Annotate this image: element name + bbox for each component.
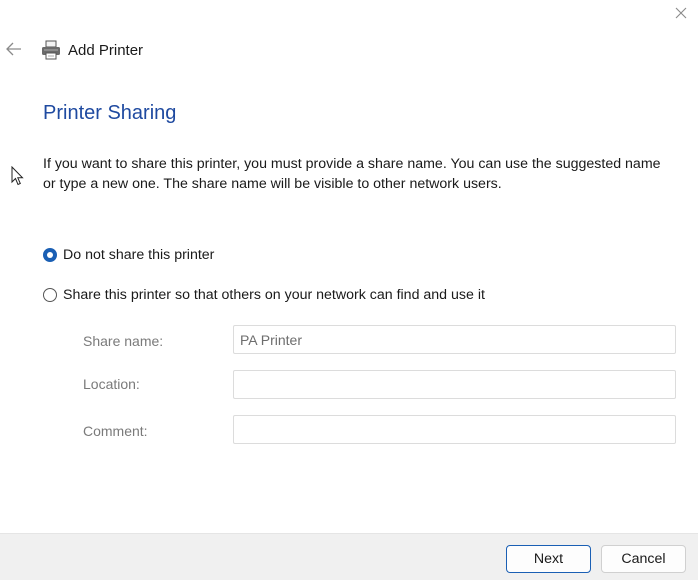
location-label: Location: xyxy=(83,376,140,392)
next-button[interactable]: Next xyxy=(506,545,591,573)
back-button[interactable] xyxy=(3,39,25,59)
do-not-share-option[interactable]: Do not share this printer xyxy=(43,245,214,265)
back-arrow-icon xyxy=(6,42,21,56)
close-button[interactable] xyxy=(670,2,692,24)
close-icon xyxy=(675,7,687,19)
location-input[interactable] xyxy=(233,370,676,399)
share-name-label: Share name: xyxy=(83,333,164,349)
comment-label: Comment: xyxy=(83,423,148,439)
window-title: Add Printer xyxy=(68,41,144,59)
mouse-cursor-icon xyxy=(11,166,24,186)
share-printer-option[interactable]: Share this printer so that others on you… xyxy=(43,285,485,305)
share-printer-label: Share this printer so that others on you… xyxy=(63,287,485,303)
comment-input[interactable] xyxy=(233,415,676,444)
printer-icon xyxy=(42,40,60,60)
page-heading: Printer Sharing xyxy=(43,102,177,124)
share-printer-radio[interactable] xyxy=(43,288,57,302)
wizard-footer: Next Cancel xyxy=(0,533,698,580)
wizard-title: Add Printer xyxy=(40,38,143,62)
share-name-input[interactable] xyxy=(233,325,676,354)
do-not-share-label: Do not share this printer xyxy=(63,247,215,263)
cancel-button[interactable]: Cancel xyxy=(601,545,686,573)
do-not-share-radio[interactable] xyxy=(43,248,57,262)
page-description: If you want to share this printer, you m… xyxy=(43,156,661,192)
